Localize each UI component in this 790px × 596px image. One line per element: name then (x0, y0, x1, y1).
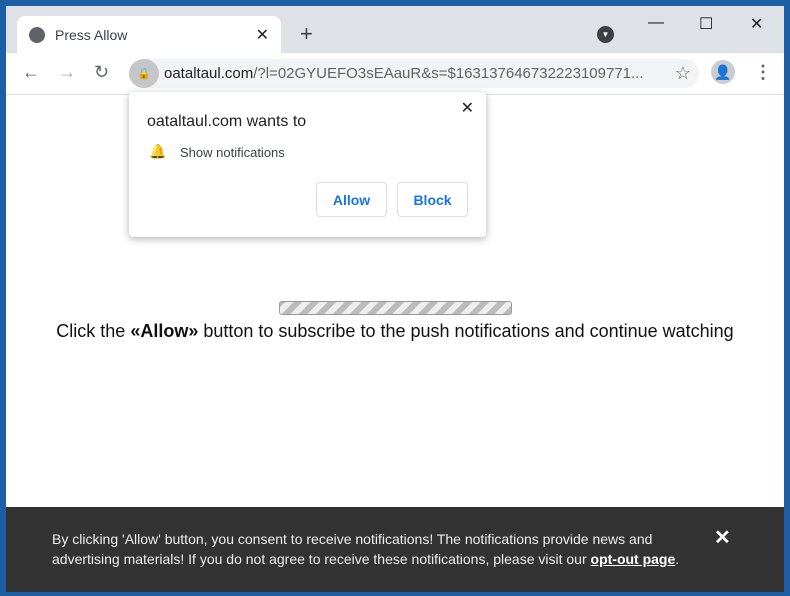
loading-bar (279, 301, 512, 315)
allow-button[interactable]: Allow (316, 182, 387, 217)
menu-kebab-icon[interactable]: ⋮ (754, 62, 772, 83)
lock-icon[interactable]: 🔒 (129, 59, 159, 88)
minimize-button[interactable]: — (648, 14, 664, 32)
permission-popup: ✕ oataltaul.com wants to 🔔 Show notifica… (129, 92, 486, 237)
bell-icon: 🔔 (149, 143, 167, 159)
banner-text: By clicking 'Allow' button, you consent … (52, 531, 653, 567)
permission-label: Show notifications (180, 145, 285, 160)
popup-heading: oataltaul.com wants to (147, 113, 307, 130)
address-bar[interactable]: 🔒 oataltaul.com/?l=02GYUEFO3sEAauR&s=$16… (129, 59, 699, 88)
profile-avatar[interactable]: 👤 (711, 60, 735, 84)
close-banner-icon[interactable]: ✕ (714, 525, 731, 550)
tab-bar: Press Allow ✕ + ▼ — ☐ ✕ (6, 6, 784, 53)
instruction-text: Click the «Allow» button to subscribe to… (56, 321, 734, 341)
forward-button[interactable]: → (58, 62, 76, 83)
maximize-button[interactable]: ☐ (699, 14, 713, 34)
back-button[interactable]: ← (22, 62, 40, 83)
tab-search-icon[interactable]: ▼ (597, 26, 614, 43)
consent-banner: By clicking 'Allow' button, you consent … (6, 507, 784, 592)
globe-icon (29, 26, 45, 43)
reload-button[interactable]: ↻ (94, 62, 109, 83)
bookmark-star-icon[interactable]: ☆ (675, 63, 691, 84)
browser-window: Press Allow ✕ + ▼ — ☐ ✕ ← → ↻ 🔒 oataltau… (6, 6, 784, 592)
close-window-button[interactable]: ✕ (750, 14, 763, 34)
url-domain: oataltaul.com (164, 65, 254, 82)
toolbar: ← → ↻ 🔒 oataltaul.com/?l=02GYUEFO3sEAauR… (6, 53, 784, 95)
close-tab-icon[interactable]: ✕ (256, 25, 269, 45)
new-tab-button[interactable]: + (300, 21, 313, 47)
url-path: /?l=02GYUEFO3sEAauR&s=$16313764673222310… (253, 65, 644, 82)
opt-out-link[interactable]: opt-out page (591, 551, 676, 567)
tab-press-allow[interactable]: Press Allow ✕ (17, 16, 281, 53)
close-popup-icon[interactable]: ✕ (461, 98, 474, 118)
tab-title: Press Allow (55, 26, 128, 43)
block-button[interactable]: Block (397, 182, 468, 217)
